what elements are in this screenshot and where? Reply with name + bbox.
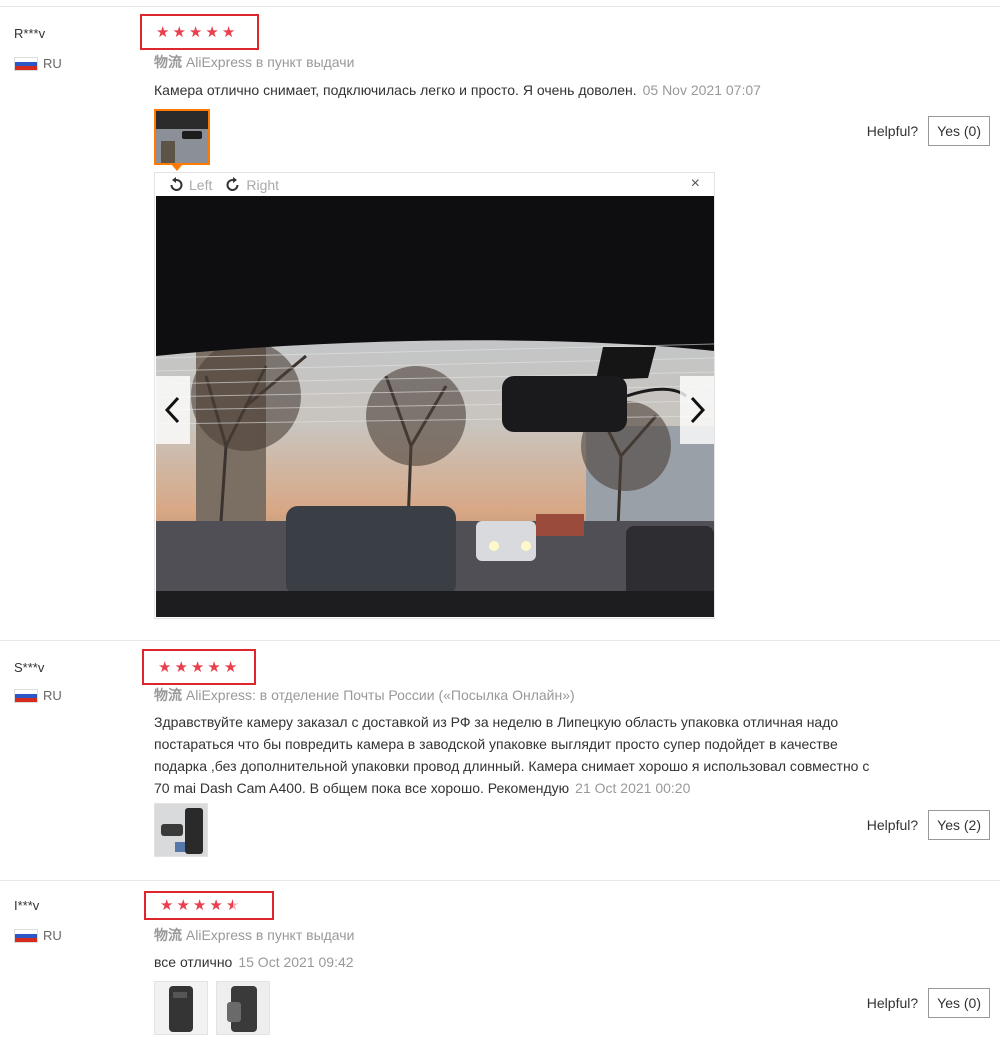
- review-date: 21 Oct 2021 00:20: [575, 780, 691, 796]
- star-icon: ★: [174, 658, 188, 676]
- viewer-prev-button[interactable]: [156, 376, 190, 444]
- rating-highlight-box: ★ ★ ★ ★ ★: [144, 891, 274, 920]
- top-divider: [0, 6, 1000, 7]
- logistics-label: 物流: [154, 54, 182, 70]
- russia-flag-icon: [14, 928, 38, 943]
- rotate-left-button[interactable]: Left: [167, 176, 212, 194]
- viewer-close-button[interactable]: ×: [691, 175, 700, 193]
- chevron-left-icon: [164, 396, 180, 424]
- viewer-toolbar: Left Right ×: [155, 173, 714, 196]
- russia-flag-icon: [14, 56, 38, 71]
- photo-thumbnail-image: [155, 982, 207, 1034]
- viewer-photo: [156, 196, 714, 617]
- review-date: 05 Nov 2021 07:07: [642, 82, 761, 98]
- star-icon: ★: [158, 658, 172, 676]
- star-rating: ★ ★ ★ ★ ★: [160, 898, 239, 913]
- helpful-label: Helpful?: [866, 995, 919, 1011]
- helpful-label: Helpful?: [866, 123, 919, 139]
- review-body-line: Здравствуйте камеру заказал с доставкой …: [154, 714, 839, 730]
- reviewer-name: R***v: [14, 26, 46, 41]
- review-text: Здравствуйте камеру заказал с доставкой …: [154, 711, 954, 799]
- star-icon: ★: [209, 897, 223, 914]
- rating-highlight-box: ★ ★ ★ ★ ★: [142, 649, 256, 685]
- photo-thumbnail-image: [217, 982, 269, 1034]
- photo-thumbnail-image: [155, 804, 207, 856]
- review-date: 15 Oct 2021 09:42: [238, 954, 354, 970]
- review-photo-thumbnail[interactable]: [154, 803, 208, 857]
- review-body-line: подарка ,без дополнительной упаковки про…: [154, 758, 870, 774]
- logistics-label: 物流: [154, 687, 182, 703]
- rotate-right-label: Right: [246, 176, 280, 193]
- helpful-yes-button[interactable]: Yes (0): [928, 116, 990, 146]
- star-icon: ★: [172, 23, 186, 41]
- rotate-left-icon: [170, 176, 183, 191]
- helpful-label: Helpful?: [866, 817, 919, 833]
- star-icon: ★: [176, 897, 190, 914]
- review-text: Камера отлично снимает, подключилась лег…: [154, 79, 954, 101]
- helpful-yes-button[interactable]: Yes (0): [928, 988, 990, 1018]
- review-photo-thumbnail[interactable]: [154, 109, 210, 165]
- logistics-text: AliExpress: в отделение Почты России («П…: [185, 687, 575, 703]
- reviewer-country: RU: [14, 928, 62, 943]
- country-code: RU: [43, 56, 62, 71]
- logistics-label: 物流: [154, 927, 182, 943]
- star-icon: ★: [160, 897, 174, 914]
- russia-flag-icon: [14, 688, 38, 703]
- rotate-right-button[interactable]: Right: [224, 176, 279, 194]
- review-divider: [0, 880, 1000, 881]
- review-body-line: постараться что бы повредить камера в за…: [154, 736, 838, 752]
- chevron-right-icon: [690, 396, 706, 424]
- reviewer-name: S***v: [14, 660, 45, 675]
- helpful-yes-button[interactable]: Yes (2): [928, 810, 990, 840]
- half-star-icon: ★: [225, 897, 240, 914]
- reviewer-name: I***v: [14, 898, 40, 913]
- photo-thumbnail-image: [156, 111, 208, 163]
- star-icon: ★: [190, 658, 205, 676]
- star-icon: ★: [188, 23, 203, 41]
- viewer-next-button[interactable]: [680, 376, 714, 444]
- logistics-info: 物流 AliExpress в пункт выдачи: [154, 52, 354, 72]
- logistics-text: AliExpress в пункт выдачи: [185, 54, 355, 70]
- star-rating: ★ ★ ★ ★ ★: [158, 660, 237, 675]
- review-divider: [0, 640, 1000, 641]
- rating-highlight-box: ★ ★ ★ ★ ★: [140, 14, 259, 50]
- star-icon: ★: [205, 23, 219, 41]
- star-icon: ★: [192, 897, 207, 914]
- star-icon: ★: [221, 23, 236, 41]
- rotate-right-icon: [226, 176, 239, 191]
- country-code: RU: [43, 928, 62, 943]
- rotate-left-label: Left: [189, 176, 213, 193]
- helpful-section: Helpful? Yes (0): [867, 988, 990, 1018]
- star-rating: ★ ★ ★ ★ ★: [156, 25, 235, 40]
- logistics-text: AliExpress в пункт выдачи: [185, 927, 355, 943]
- star-icon: ★: [207, 658, 221, 676]
- reviewer-country: RU: [14, 56, 62, 71]
- review-body: все отлично: [154, 954, 233, 970]
- dash-cam-photo: [156, 196, 714, 617]
- helpful-section: Helpful? Yes (2): [867, 810, 990, 840]
- country-code: RU: [43, 688, 62, 703]
- helpful-section: Helpful? Yes (0): [867, 116, 990, 146]
- active-thumb-pointer-icon: [171, 164, 183, 171]
- logistics-info: 物流 AliExpress: в отделение Почты России …: [154, 685, 575, 705]
- reviewer-country: RU: [14, 688, 62, 703]
- review-photo-thumbnail[interactable]: [154, 981, 208, 1035]
- star-icon: ★: [223, 658, 238, 676]
- review-photo-thumbnail[interactable]: [216, 981, 270, 1035]
- photo-viewer: Left Right ×: [154, 172, 715, 619]
- review-body-line: 70 mai Dash Cam A400. В общем пока все х…: [154, 780, 570, 796]
- review-text: все отлично 15 Oct 2021 09:42: [154, 951, 954, 973]
- logistics-info: 物流 AliExpress в пункт выдачи: [154, 925, 354, 945]
- review-body: Камера отлично снимает, подключилась лег…: [154, 82, 637, 98]
- star-icon: ★: [156, 23, 170, 41]
